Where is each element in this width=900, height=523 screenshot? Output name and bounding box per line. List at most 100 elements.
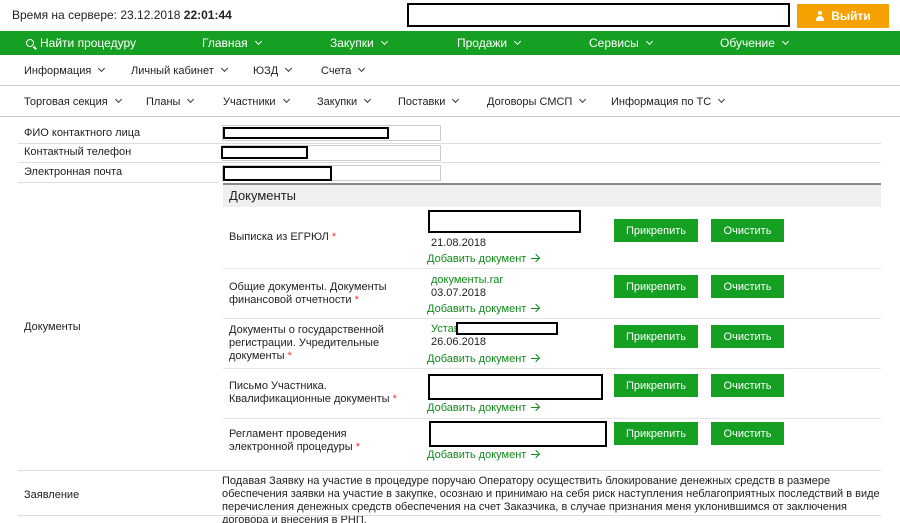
doc-registration-text: Документы о государственной регистрации.… [229, 324, 384, 362]
doc-financial-date: 03.07.2018 [431, 287, 487, 299]
row-divider [18, 515, 881, 516]
clear-financial-button[interactable]: Очистить [711, 275, 784, 298]
subnav-yuzd-label: ЮЗД [253, 65, 279, 77]
doc-letter-text: Письмо Участника. Квалификационные докум… [229, 380, 390, 405]
arrow-right-icon [531, 307, 540, 309]
redacted-file-regulation [429, 421, 607, 447]
chevron-down-icon [220, 64, 228, 73]
doc-financial-text: Общие документы. Документы финансовой от… [229, 281, 387, 306]
contact-name-label: ФИО контактного лица [24, 127, 141, 139]
subnav-participants[interactable]: Участники [223, 95, 290, 108]
subnav-smsp-contracts[interactable]: Договоры СМСП [487, 95, 587, 108]
doc-egrul-label: Выписка из ЕГРЮЛ * [229, 231, 404, 244]
doc-registration-date: 26.06.2018 [431, 336, 487, 348]
row-divider [18, 470, 881, 471]
documents-header: Документы [223, 183, 881, 207]
find-procedure-link[interactable]: Найти процедуру [26, 36, 136, 50]
add-doc-financial-link[interactable]: Добавить документ [427, 303, 540, 315]
nav-sales-label: Продажи [457, 36, 508, 50]
add-doc-registration-link[interactable]: Добавить документ [427, 353, 540, 365]
doc-registration-label: Документы о государственной регистрации.… [229, 324, 404, 363]
subnav-cabinet[interactable]: Личный кабинет [131, 64, 228, 77]
required-mark: * [287, 350, 292, 362]
clear-regulation-button[interactable]: Очистить [711, 422, 784, 445]
required-mark: * [354, 294, 359, 306]
chevron-down-icon [187, 95, 195, 104]
chevron-down-icon [380, 37, 388, 46]
arrow-right-icon [531, 357, 540, 359]
subnav-trade-section-label: Торговая секция [24, 96, 108, 108]
doc-regulation-text: Регламент проведения электронной процеду… [229, 428, 353, 453]
subnav-plans[interactable]: Планы [146, 95, 195, 108]
nav-purchases[interactable]: Закупки [330, 36, 388, 50]
clear-egrul-button[interactable]: Очистить [711, 219, 784, 242]
chevron-down-icon [114, 95, 122, 104]
chevron-down-icon [645, 37, 653, 46]
subnav-supplies[interactable]: Поставки [398, 95, 460, 108]
row-divider [18, 162, 881, 163]
doc-divider [223, 368, 881, 369]
subnav-accounts[interactable]: Счета [321, 64, 366, 77]
doc-financial-label: Общие документы. Документы финансовой от… [229, 281, 404, 307]
nav-training[interactable]: Обучение [720, 36, 789, 50]
add-doc-letter-link[interactable]: Добавить документ [427, 402, 540, 414]
required-mark: * [355, 441, 360, 453]
add-doc-label: Добавить документ [427, 449, 527, 461]
clear-letter-button[interactable]: Очистить [711, 374, 784, 397]
subnav-smsp-contracts-label: Договоры СМСП [487, 96, 573, 108]
sub-nav-1: Информация Личный кабинет ЮЗД Счета [0, 56, 900, 86]
doc-financial-file-link[interactable]: документы.rar [431, 274, 503, 286]
doc-divider [223, 318, 881, 319]
subnav-trade-section[interactable]: Торговая секция [24, 95, 122, 108]
row-divider [18, 182, 218, 183]
attach-egrul-button[interactable]: Прикрепить [614, 219, 698, 242]
chevron-down-icon [282, 95, 290, 104]
chevron-down-icon [254, 37, 262, 46]
doc-regulation-label: Регламент проведения электронной процеду… [229, 428, 404, 454]
doc-divider [223, 268, 881, 269]
add-doc-label: Добавить документ [427, 303, 527, 315]
redacted-user-info [407, 3, 790, 27]
server-date: 23.12.2018 [120, 8, 181, 22]
subnav-purchases[interactable]: Закупки [317, 95, 372, 108]
nav-sales[interactable]: Продажи [457, 36, 522, 50]
subnav-yuzd[interactable]: ЮЗД [253, 64, 293, 77]
subnav-ts-info[interactable]: Информация по ТС [611, 95, 726, 108]
redacted-name [223, 127, 389, 139]
logout-button[interactable]: Выйти [797, 4, 889, 28]
required-mark: * [392, 393, 397, 405]
required-mark: * [331, 231, 337, 243]
subnav-accounts-label: Счета [321, 65, 352, 77]
nav-services-label: Сервисы [589, 36, 639, 50]
add-doc-regulation-link[interactable]: Добавить документ [427, 449, 540, 461]
nav-main[interactable]: Главная [202, 36, 262, 50]
doc-egrul-date: 21.08.2018 [431, 237, 487, 249]
chevron-down-icon [579, 95, 587, 104]
doc-divider [223, 418, 881, 419]
top-bar: Время на сервере: 23.12.2018 22:01:44 Вы… [0, 0, 900, 30]
chevron-down-icon [452, 95, 460, 104]
add-doc-egrul-link[interactable]: Добавить документ [427, 253, 540, 265]
subnav-participants-label: Участники [223, 96, 276, 108]
chevron-down-icon [98, 64, 106, 73]
attach-letter-button[interactable]: Прикрепить [614, 374, 698, 397]
redacted-email [223, 166, 332, 181]
search-icon [26, 39, 34, 47]
attach-regulation-button[interactable]: Прикрепить [614, 422, 698, 445]
attach-registration-button[interactable]: Прикрепить [614, 325, 698, 348]
add-doc-label: Добавить документ [427, 402, 527, 414]
subnav-information-label: Информация [24, 65, 92, 77]
nav-services[interactable]: Сервисы [589, 36, 653, 50]
sub-nav-2: Торговая секция Планы Участники Закупки … [0, 87, 900, 117]
clear-registration-button[interactable]: Очистить [711, 325, 784, 348]
subnav-information[interactable]: Информация [24, 64, 106, 77]
redacted-file-letter [428, 374, 603, 400]
logout-label: Выйти [831, 9, 871, 23]
subnav-purchases-label: Закупки [317, 96, 358, 108]
add-doc-label: Добавить документ [427, 353, 527, 365]
subnav-ts-info-label: Информация по ТС [611, 96, 712, 108]
find-procedure-label: Найти процедуру [40, 36, 136, 50]
chevron-down-icon [514, 37, 522, 46]
chevron-down-icon [364, 95, 372, 104]
attach-financial-button[interactable]: Прикрепить [614, 275, 698, 298]
